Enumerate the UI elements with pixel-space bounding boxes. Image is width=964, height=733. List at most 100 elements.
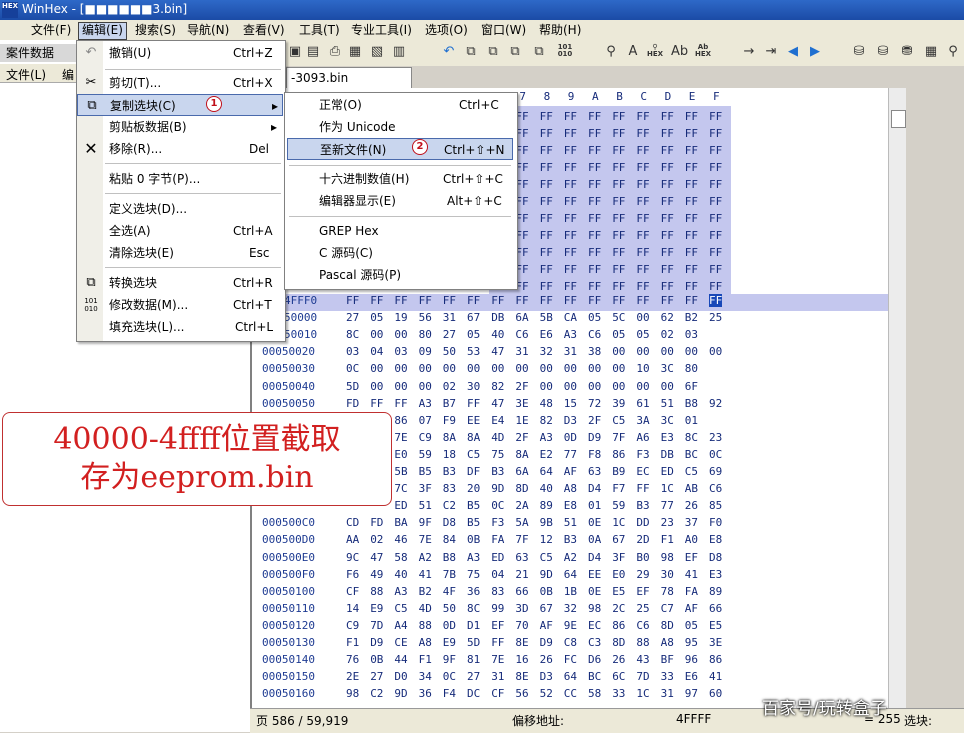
hex-byte[interactable]: 7E (394, 431, 407, 444)
hex-byte[interactable]: E6 (540, 328, 553, 341)
hex-byte[interactable]: FF (370, 294, 383, 307)
hex-byte[interactable]: 99 (491, 602, 504, 615)
hex-byte[interactable]: D9 (540, 636, 553, 649)
hex-byte[interactable]: 47 (491, 397, 504, 410)
hex-byte[interactable]: 56 (515, 687, 528, 700)
hex-byte[interactable]: FF (588, 110, 601, 123)
hex-byte[interactable]: E4 (491, 414, 504, 427)
hex-byte[interactable]: DB (661, 448, 674, 461)
hex-byte[interactable]: D8 (443, 516, 456, 529)
hex-byte[interactable]: 80 (419, 328, 432, 341)
hex-byte[interactable]: FF (685, 127, 698, 140)
hex-byte[interactable]: 77 (564, 448, 577, 461)
hex-byte[interactable]: C2 (370, 687, 383, 700)
hex-byte[interactable]: 15 (564, 397, 577, 410)
hex-byte[interactable]: FF (685, 246, 698, 259)
hex-byte[interactable]: 41 (419, 568, 432, 581)
hex-byte[interactable]: BC (588, 670, 601, 683)
hex-byte[interactable]: 43 (636, 653, 649, 666)
hex-byte[interactable]: 00 (636, 380, 649, 393)
hex-byte[interactable]: FF (346, 294, 359, 307)
hex-byte[interactable]: 04 (370, 345, 383, 358)
hex-byte[interactable]: 9F (419, 516, 432, 529)
hex-byte[interactable]: FF (709, 294, 723, 307)
hex-byte[interactable]: FF (467, 294, 480, 307)
hex-byte[interactable]: 00 (564, 380, 577, 393)
hex-byte[interactable]: 3C (661, 414, 674, 427)
hex-byte[interactable]: 04 (491, 568, 504, 581)
hex-byte[interactable]: 3F (612, 551, 625, 564)
hex-byte[interactable]: FF (636, 229, 649, 242)
hex-byte[interactable]: D8 (709, 551, 722, 564)
hex-byte[interactable]: 40 (394, 568, 407, 581)
hex-byte[interactable]: E5 (612, 585, 625, 598)
hex-byte[interactable]: F1 (346, 636, 359, 649)
hex-byte[interactable]: CA (564, 311, 577, 324)
hex-byte[interactable]: C3 (588, 636, 601, 649)
hex-byte[interactable]: CF (491, 687, 504, 700)
hex-byte[interactable]: FF (709, 127, 722, 140)
hex-byte[interactable]: FF (467, 397, 480, 410)
paste-icon[interactable]: ⧉ (485, 44, 501, 60)
hex-byte[interactable]: F7 (612, 482, 625, 495)
hex-byte[interactable]: 98 (588, 602, 601, 615)
hex-byte[interactable]: 76 (346, 653, 359, 666)
hex-byte[interactable]: FF (685, 280, 698, 293)
hex-byte[interactable]: 26 (685, 499, 698, 512)
hex-byte[interactable]: 02 (443, 380, 456, 393)
hex-byte[interactable]: 8D (515, 482, 528, 495)
hex-byte[interactable]: 00 (685, 345, 698, 358)
arrow-forward-icon[interactable]: ▶ (807, 44, 823, 60)
hex-byte[interactable]: 7E (491, 653, 504, 666)
hex-byte[interactable]: E9 (370, 602, 383, 615)
hex-byte[interactable]: FF (661, 161, 674, 174)
hex-byte[interactable]: 03 (685, 328, 698, 341)
hex-byte[interactable]: C9 (346, 619, 359, 632)
hex-byte[interactable]: 0B (467, 533, 480, 546)
hex-byte[interactable]: FF (564, 294, 577, 307)
hex-byte[interactable]: E5 (709, 619, 722, 632)
hex-byte[interactable]: FF (612, 280, 625, 293)
hex-byte[interactable]: FF (612, 110, 625, 123)
hex-byte[interactable]: FF (636, 195, 649, 208)
hex-row[interactable]: 00050040 5D 00 00 00 02 30 82 2F 00 00 00 00 00 00 6F (252, 380, 888, 397)
case-file-menu[interactable]: 文件(L) (6, 66, 46, 83)
hex-byte[interactable]: 9F (443, 653, 456, 666)
hex-byte[interactable]: 5B (540, 311, 553, 324)
hex-byte[interactable]: FF (588, 280, 601, 293)
hex-byte[interactable]: 27 (443, 328, 456, 341)
hex-byte[interactable]: FF (588, 263, 601, 276)
hex-byte[interactable]: 00 (564, 362, 577, 375)
hex-row[interactable]: 00050020 03 04 03 09 50 53 47 31 32 31 38 00 00 00 00 00 (252, 345, 888, 362)
hex-byte[interactable]: 38 (588, 345, 601, 358)
vertical-scrollbar[interactable] (888, 88, 907, 708)
ram-icon[interactable]: ⛃ (899, 44, 915, 60)
hex-byte[interactable]: FF (709, 212, 722, 225)
hex-byte[interactable]: F4 (443, 687, 456, 700)
hex-byte[interactable]: 7E (419, 533, 432, 546)
hex-byte[interactable]: 0C (709, 448, 722, 461)
hex-byte[interactable]: 26 (540, 653, 553, 666)
hex-byte[interactable]: 2D (636, 533, 649, 546)
hex-byte[interactable]: C5 (685, 465, 698, 478)
hex-byte[interactable]: FF (709, 195, 722, 208)
hex-byte[interactable]: 64 (540, 465, 553, 478)
hex-byte[interactable]: CE (394, 636, 407, 649)
hex-byte[interactable]: 36 (467, 585, 480, 598)
hex-byte[interactable]: 00 (394, 362, 407, 375)
hex-byte[interactable]: FF (588, 212, 601, 225)
hex-byte[interactable]: 00 (612, 362, 625, 375)
hex-byte[interactable]: 31 (443, 311, 456, 324)
hex-byte[interactable]: 25 (709, 311, 722, 324)
hex-byte[interactable]: 5D (346, 380, 359, 393)
hex-byte[interactable]: 03 (346, 345, 359, 358)
hex-byte[interactable]: 80 (685, 362, 698, 375)
hex-byte[interactable]: FF (685, 212, 698, 225)
hex-byte[interactable]: 00 (636, 345, 649, 358)
hex-byte[interactable]: FF (636, 212, 649, 225)
hex-byte[interactable]: FF (709, 229, 722, 242)
find-text-icon[interactable]: A (625, 44, 641, 60)
menu-window[interactable]: 窗口(W) (478, 22, 529, 38)
hex-byte[interactable]: 30 (467, 380, 480, 393)
hex-byte[interactable]: A3 (564, 328, 577, 341)
